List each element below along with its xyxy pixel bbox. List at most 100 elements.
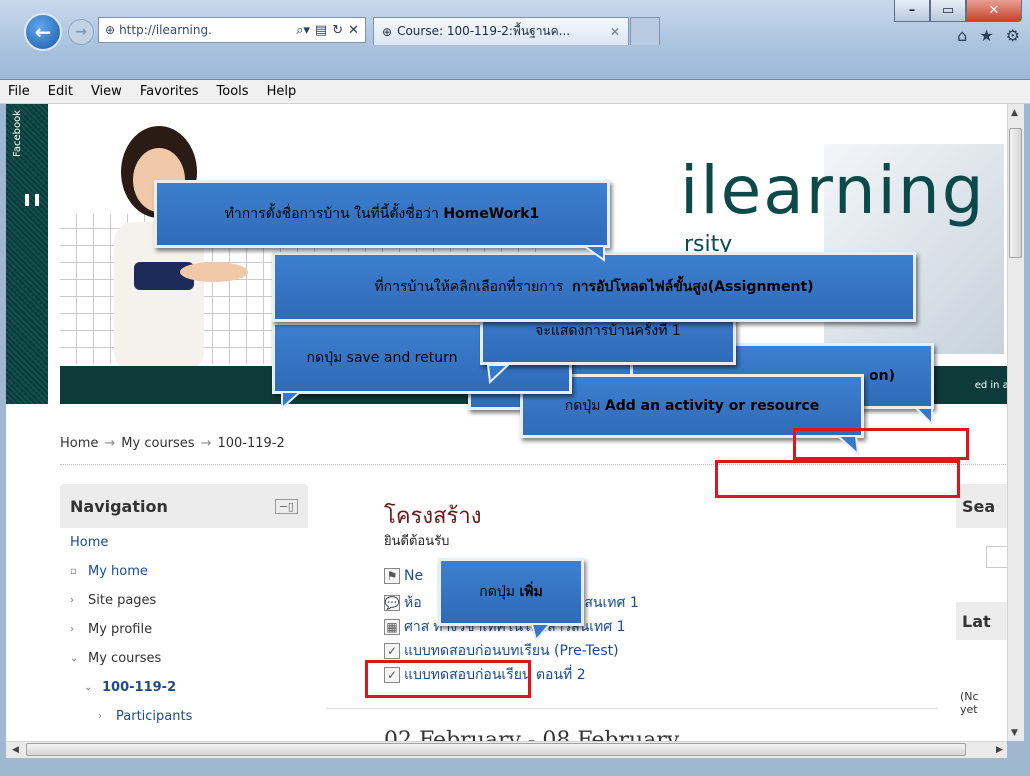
maximize-icon[interactable]: ▭ (930, 0, 966, 22)
callout-2-bold: การอัปโหลดไฟล์ขั้นสูง(Assignment) (572, 279, 814, 295)
chevron-right-icon: › (70, 595, 74, 606)
address-text: http://ilearning. (119, 23, 212, 37)
nav-item-label: 100-119-2 (102, 680, 177, 695)
navigation-list: Home ▫ My home › Site pages › My profile ⌄ M… (60, 528, 308, 731)
horizontal-scroll-thumb[interactable] (26, 743, 966, 756)
menu-file[interactable]: File (8, 84, 30, 99)
gear-icon[interactable]: ⚙ (1006, 26, 1020, 45)
navigation-block: Navigation −▯ Home ▫ My home › Site pages … (60, 484, 308, 741)
chevron-right-icon: › (98, 711, 102, 722)
latest-text-line: yet (960, 703, 978, 716)
activity-label: ห้อ (404, 595, 422, 611)
callout-4-text: กดปุ่ม save and return (306, 350, 458, 366)
glossary-icon: ▦ (384, 619, 400, 635)
stop-icon[interactable]: ✕ (348, 23, 359, 38)
activity-label: ศาส (404, 619, 430, 635)
nav-item-label: My profile (88, 622, 153, 637)
new-tab-button[interactable] (630, 17, 660, 45)
forward-button[interactable]: → (68, 19, 94, 45)
breadcrumb: Home → My courses → 100-119-2 (60, 436, 285, 451)
scroll-left-icon[interactable]: ◀ (12, 745, 19, 755)
menu-help[interactable]: Help (267, 84, 297, 99)
callout-2: ที่การบ้านให้คลิกเลือกที่รายการ การอัปโห… (272, 252, 916, 322)
callout-7: กดปุ่ม เพิ่ม (438, 558, 584, 626)
breadcrumb-home[interactable]: Home (60, 436, 98, 451)
menu-view[interactable]: View (91, 84, 122, 99)
callout-5-bold: Add an activity or resource (604, 398, 820, 414)
callout-1-text: ทำการตั้งชื่อการบ้าน ในที่นี้ตั้งชื่อว่า (224, 206, 439, 222)
navigation-title: Navigation (70, 496, 168, 516)
menu-edit[interactable]: Edit (48, 84, 73, 99)
pause-icon[interactable]: ❚❚ (22, 192, 42, 206)
nav-item-label: Participants (116, 709, 193, 724)
nav-item-label: Site pages (88, 593, 157, 608)
course-main: โครงสร้าง ยินดีต้อนรับ ⚑ Ne 💬 ห้อ ลยีสารสนเ… (322, 484, 952, 741)
nav-item-participants[interactable]: › Participants (70, 702, 308, 731)
nav-item-site-pages[interactable]: › Site pages (70, 586, 308, 615)
section-divider (326, 708, 938, 709)
callout-6-bold: on) (869, 368, 895, 384)
breadcrumb-my-courses[interactable]: My courses (121, 436, 194, 451)
title-bar: – ▭ ✕ ← → ⊕ http://ilearning. ⌕▾ ▤ ↻ ✕ ⊕… (0, 0, 1030, 80)
square-bullet-icon: ▫ (70, 566, 77, 577)
window-controls: – ▭ ✕ (894, 0, 1022, 22)
minimize-icon[interactable]: – (894, 0, 930, 22)
activity-label: แบบทดสอบก่อนบทเรียน (Pre-Test) (404, 643, 619, 659)
compat-icon[interactable]: ▤ (315, 23, 327, 38)
nav-item-my-profile[interactable]: › My profile (70, 615, 308, 644)
highlight-activity-icon (365, 660, 531, 698)
scroll-down-icon[interactable]: ▼ (1011, 728, 1018, 738)
facebook-strip[interactable]: Facebook ❚❚ (6, 104, 48, 404)
callout-5-text: กดปุ่ม (564, 398, 601, 414)
tab-course[interactable]: ⊕ Course: 100-119-2:พื้นฐานค... ✕ (373, 17, 629, 45)
chat-icon: 💬 (384, 595, 400, 611)
callout-7-bold: เพิ่ม (519, 584, 543, 600)
nav-item-my-home[interactable]: ▫ My home (70, 557, 308, 586)
latest-text-line: (Nc (960, 690, 979, 703)
nav-item-my-courses[interactable]: ⌄ My courses (70, 644, 308, 673)
breadcrumb-arrow-icon: → (200, 436, 212, 451)
quiz-icon: ✓ (384, 643, 400, 659)
close-icon[interactable]: ✕ (966, 0, 1022, 22)
scroll-right-icon[interactable]: ▶ (996, 745, 1003, 755)
callout-3-text: จะแสดงการบ้านครั้งที่ 1 (535, 323, 681, 339)
nav-item-course[interactable]: ⌄ 100-119-2 (70, 673, 308, 702)
section-title: โครงสร้าง (384, 504, 482, 529)
nav-item-label: My courses (88, 651, 162, 666)
callout-1: ทำการตั้งชื่อการบ้าน ในที่นี้ตั้งชื่อว่า… (154, 180, 610, 248)
page-icon: ⊕ (105, 23, 116, 37)
site-logo-text: ilearning (680, 152, 986, 229)
nav-item-label: My home (88, 564, 148, 579)
callout-2-text: ที่การบ้านให้คลิกเลือกที่รายการ (374, 279, 564, 295)
back-button[interactable]: ← (24, 13, 62, 51)
menu-favorites[interactable]: Favorites (140, 84, 199, 99)
section-subtitle: ยินดีต้อนรับ (384, 534, 450, 549)
favorites-star-icon[interactable]: ★ (979, 26, 993, 45)
breadcrumb-course[interactable]: 100-119-2 (217, 436, 284, 451)
tab-close-icon[interactable]: ✕ (610, 25, 628, 39)
nav-item-home[interactable]: Home (70, 528, 308, 557)
menu-bar: File Edit View Favorites Tools Help (0, 80, 1030, 104)
activity-pretest[interactable]: ✓ แบบทดสอบก่อนบทเรียน (Pre-Test) (384, 640, 619, 662)
navigation-header: Navigation −▯ (60, 484, 308, 528)
highlight-add-activity (715, 460, 960, 498)
highlight-turn-editing-on (793, 428, 969, 460)
menu-tools[interactable]: Tools (217, 84, 249, 99)
home-icon[interactable]: ⌂ (957, 26, 967, 45)
facebook-label: Facebook (12, 110, 23, 157)
window-bottom-frame (0, 758, 1030, 776)
nav-item-label: Home (70, 535, 109, 550)
vertical-scroll-thumb[interactable] (1009, 128, 1022, 258)
activity-label: Ne (404, 568, 424, 584)
forum-icon: ⚑ (384, 568, 400, 584)
week-title: 02 February - 08 February (384, 728, 680, 741)
search-icon[interactable]: ⌕▾ (296, 23, 310, 38)
tab-title: Course: 100-119-2:พื้นฐานค... (397, 24, 571, 38)
activity-news[interactable]: ⚑ Ne (384, 568, 423, 584)
block-collapse-icon[interactable]: −▯ (274, 498, 298, 514)
refresh-icon[interactable]: ↻ (332, 23, 343, 38)
scroll-up-icon[interactable]: ▲ (1011, 108, 1018, 118)
address-bar[interactable]: ⊕ http://ilearning. ⌕▾ ▤ ↻ ✕ (98, 17, 366, 43)
breadcrumb-arrow-icon: → (104, 436, 116, 451)
browser-tools: ⌂ ★ ⚙ (957, 26, 1020, 45)
